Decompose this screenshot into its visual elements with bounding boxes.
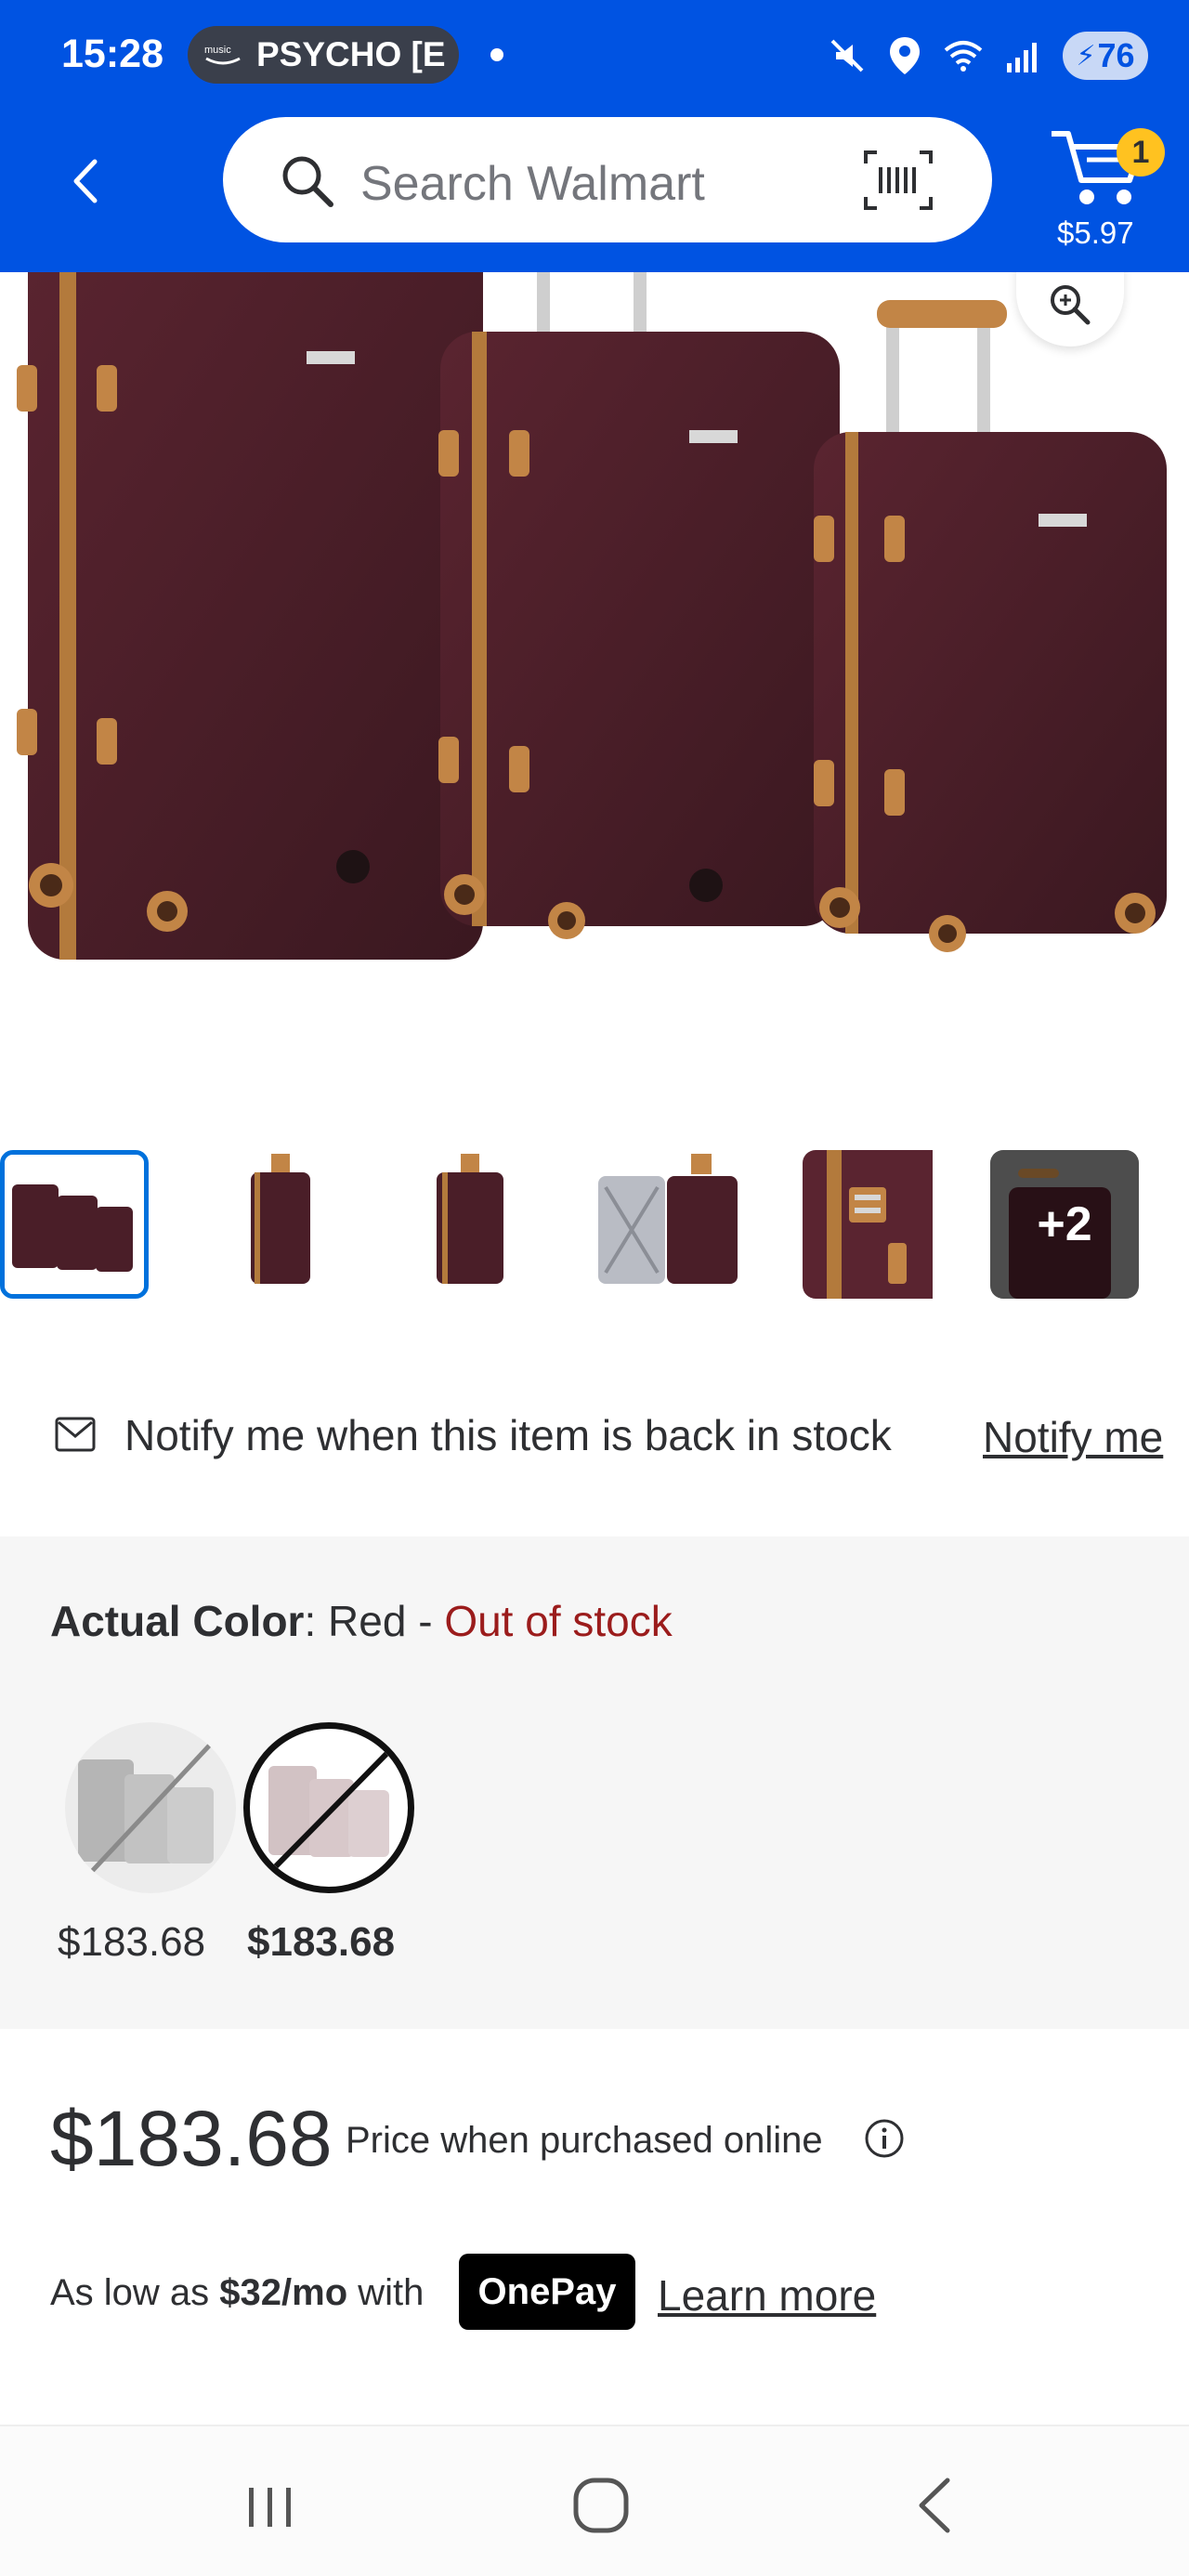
back-in-stock-notify: Notify me when this item is back in stoc…	[0, 1393, 1189, 1477]
wifi-icon	[944, 41, 983, 72]
back-icon[interactable]	[894, 2464, 977, 2547]
system-icons: ⚡ 76	[827, 28, 1148, 84]
with-text: with	[347, 2272, 425, 2313]
status-bar: 15:28 music PSYCHO [E ⚡ 76	[0, 0, 1189, 111]
app-header: 15:28 music PSYCHO [E ⚡ 76 Search Walmar…	[0, 0, 1189, 272]
color-swatch-1[interactable]	[65, 1722, 236, 1893]
cart-count-badge: 1	[1117, 128, 1165, 177]
thumbnail-image	[396, 1150, 544, 1299]
thumbnail-image	[803, 1150, 933, 1299]
barcode-scan-icon[interactable]	[862, 149, 934, 212]
thumbnail-4[interactable]	[594, 1150, 743, 1299]
swatch-price-1: $183.68	[58, 1919, 206, 1965]
amazon-music-icon: music	[204, 45, 241, 65]
cart-total: $5.97	[1057, 216, 1134, 250]
search-bar[interactable]: Search Walmart	[223, 117, 992, 242]
back-chevron-icon[interactable]	[63, 149, 110, 214]
info-icon[interactable]	[864, 2118, 905, 2159]
product-image[interactable]	[0, 272, 1189, 1108]
thumbnail-5[interactable]	[803, 1150, 951, 1299]
notification-dot	[490, 48, 503, 61]
notify-message: Notify me when this item is back in stoc…	[124, 1411, 892, 1459]
thumbnail-more[interactable]: +2	[990, 1150, 1139, 1299]
stock-status: Out of stock	[444, 1597, 673, 1645]
system-nav-bar	[0, 2425, 1189, 2576]
separator: -	[406, 1597, 445, 1645]
image-thumbnails: +2	[0, 1150, 1189, 1304]
colon: :	[304, 1597, 329, 1645]
color-label: Actual Color	[50, 1597, 305, 1645]
now-playing-pill[interactable]: music PSYCHO [E	[188, 26, 459, 84]
home-icon[interactable]	[559, 2464, 643, 2547]
bolt-icon: ⚡	[1076, 40, 1096, 72]
battery-indicator: ⚡ 76	[1063, 32, 1148, 80]
status-time: 15:28	[61, 32, 163, 76]
location-icon	[890, 37, 920, 74]
monthly-price: $32/mo	[219, 2272, 348, 2313]
thumbnail-image	[5, 1155, 144, 1294]
thumbnail-3[interactable]	[396, 1150, 544, 1299]
swatch-luggage-image	[268, 1748, 392, 1871]
thumbnail-1[interactable]	[0, 1150, 149, 1299]
mail-icon	[55, 1417, 96, 1452]
product-price: $183.68	[50, 2095, 333, 2182]
swatch-luggage-image	[78, 1739, 216, 1882]
color-swatch-2-selected[interactable]	[243, 1722, 414, 1893]
thumbnail-image	[206, 1150, 355, 1299]
financing-line: As low as $32/mo with	[50, 2272, 424, 2314]
color-selector: Actual Color: Red - Out of stock $183.68…	[0, 1536, 1189, 2029]
now-playing-title: PSYCHO [E	[256, 35, 446, 73]
more-images-count: +2	[990, 1150, 1139, 1299]
search-icon	[282, 156, 333, 207]
luggage-set-illustration	[17, 272, 1167, 960]
color-label-line: Actual Color: Red - Out of stock	[50, 1596, 673, 1646]
onepay-logo: OnePay	[459, 2254, 635, 2330]
cart-button[interactable]: 1 $5.97	[1044, 113, 1174, 250]
svg-text:music: music	[204, 45, 231, 56]
thumbnail-image	[594, 1150, 743, 1299]
price-note: Price when purchased online	[346, 2120, 823, 2161]
zoom-in-icon	[1051, 285, 1091, 325]
learn-more-link[interactable]: Learn more	[658, 2270, 876, 2321]
color-value: Red	[328, 1597, 407, 1645]
search-input[interactable]: Search Walmart	[360, 156, 705, 212]
notify-me-link[interactable]: Notify me	[983, 1412, 1163, 1462]
mute-icon	[830, 39, 864, 72]
recent-apps-icon[interactable]	[229, 2464, 312, 2547]
as-low-as-text: As low as	[50, 2272, 220, 2313]
signal-icon	[1007, 43, 1037, 72]
thumbnail-2[interactable]	[206, 1150, 355, 1299]
battery-level: 76	[1097, 36, 1135, 74]
swatch-price-2: $183.68	[247, 1919, 396, 1965]
